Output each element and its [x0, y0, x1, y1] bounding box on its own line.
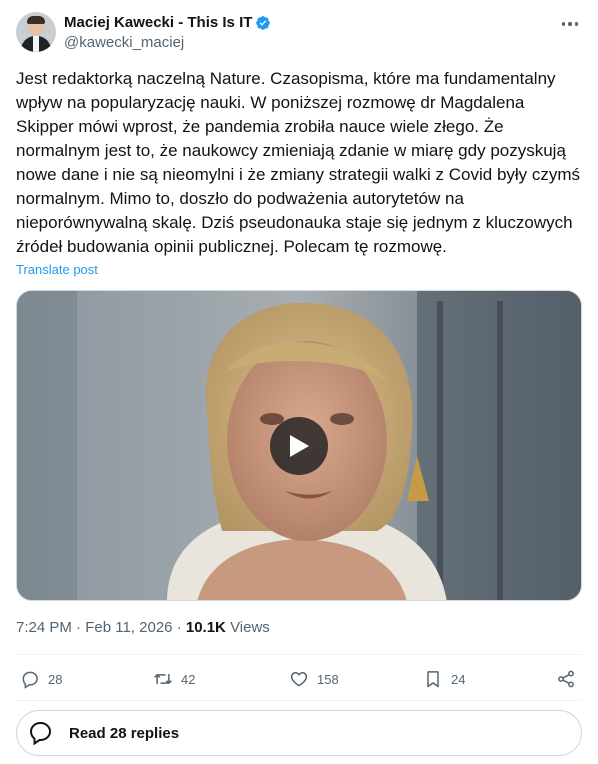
repost-count: 42 — [181, 671, 196, 687]
translate-post-link[interactable]: Translate post — [16, 262, 98, 277]
reply-icon — [22, 671, 38, 689]
repost-button[interactable]: 42 — [153, 662, 195, 696]
share-button[interactable] — [556, 662, 584, 696]
views-count: 10.1K — [185, 619, 226, 636]
read-replies-button[interactable]: Read 28 replies — [16, 710, 582, 756]
speech-bubble-icon — [29, 721, 52, 746]
bookmark-icon — [427, 671, 439, 688]
divider — [16, 654, 582, 655]
bookmark-count: 24 — [451, 671, 466, 687]
play-button[interactable] — [270, 417, 328, 475]
divider — [16, 700, 582, 701]
verified-badge-icon — [256, 16, 271, 30]
views-label: Views — [230, 619, 270, 636]
read-replies-label: Read 28 replies — [69, 724, 180, 742]
reply-button[interactable]: 28 — [20, 662, 62, 696]
post-text: Jest redaktorką naczelną Nature. Czasopi… — [16, 69, 585, 256]
avatar[interactable] — [16, 12, 56, 52]
meta-separator: · — [176, 619, 186, 636]
repost-icon — [154, 674, 172, 684]
author-name-row[interactable]: Maciej Kawecki - This Is IT — [64, 14, 271, 32]
post-header: Maciej Kawecki - This Is IT @kawecki_mac… — [16, 12, 582, 56]
author-handle[interactable]: @kawecki_maciej — [64, 34, 184, 52]
more-options-icon[interactable] — [558, 14, 582, 34]
share-icon — [558, 670, 574, 688]
post-time[interactable]: 7:24 PM — [16, 619, 72, 636]
post-date[interactable]: Feb 11, 2026 — [85, 619, 172, 636]
reply-count: 28 — [48, 671, 63, 687]
video-player[interactable] — [16, 290, 582, 601]
heart-icon — [290, 671, 308, 687]
like-count: 158 — [317, 671, 339, 687]
meta-separator: · — [76, 619, 86, 636]
bookmark-button[interactable]: 24 — [423, 662, 465, 696]
play-icon — [290, 435, 309, 457]
author-display-name[interactable]: Maciej Kawecki - This Is IT — [64, 14, 252, 32]
post-meta: 7:24 PM · Feb 11, 2026 · 10.1K Views — [16, 619, 270, 636]
like-button[interactable]: 158 — [289, 662, 339, 696]
action-bar: 28 42 158 24 — [16, 662, 582, 696]
